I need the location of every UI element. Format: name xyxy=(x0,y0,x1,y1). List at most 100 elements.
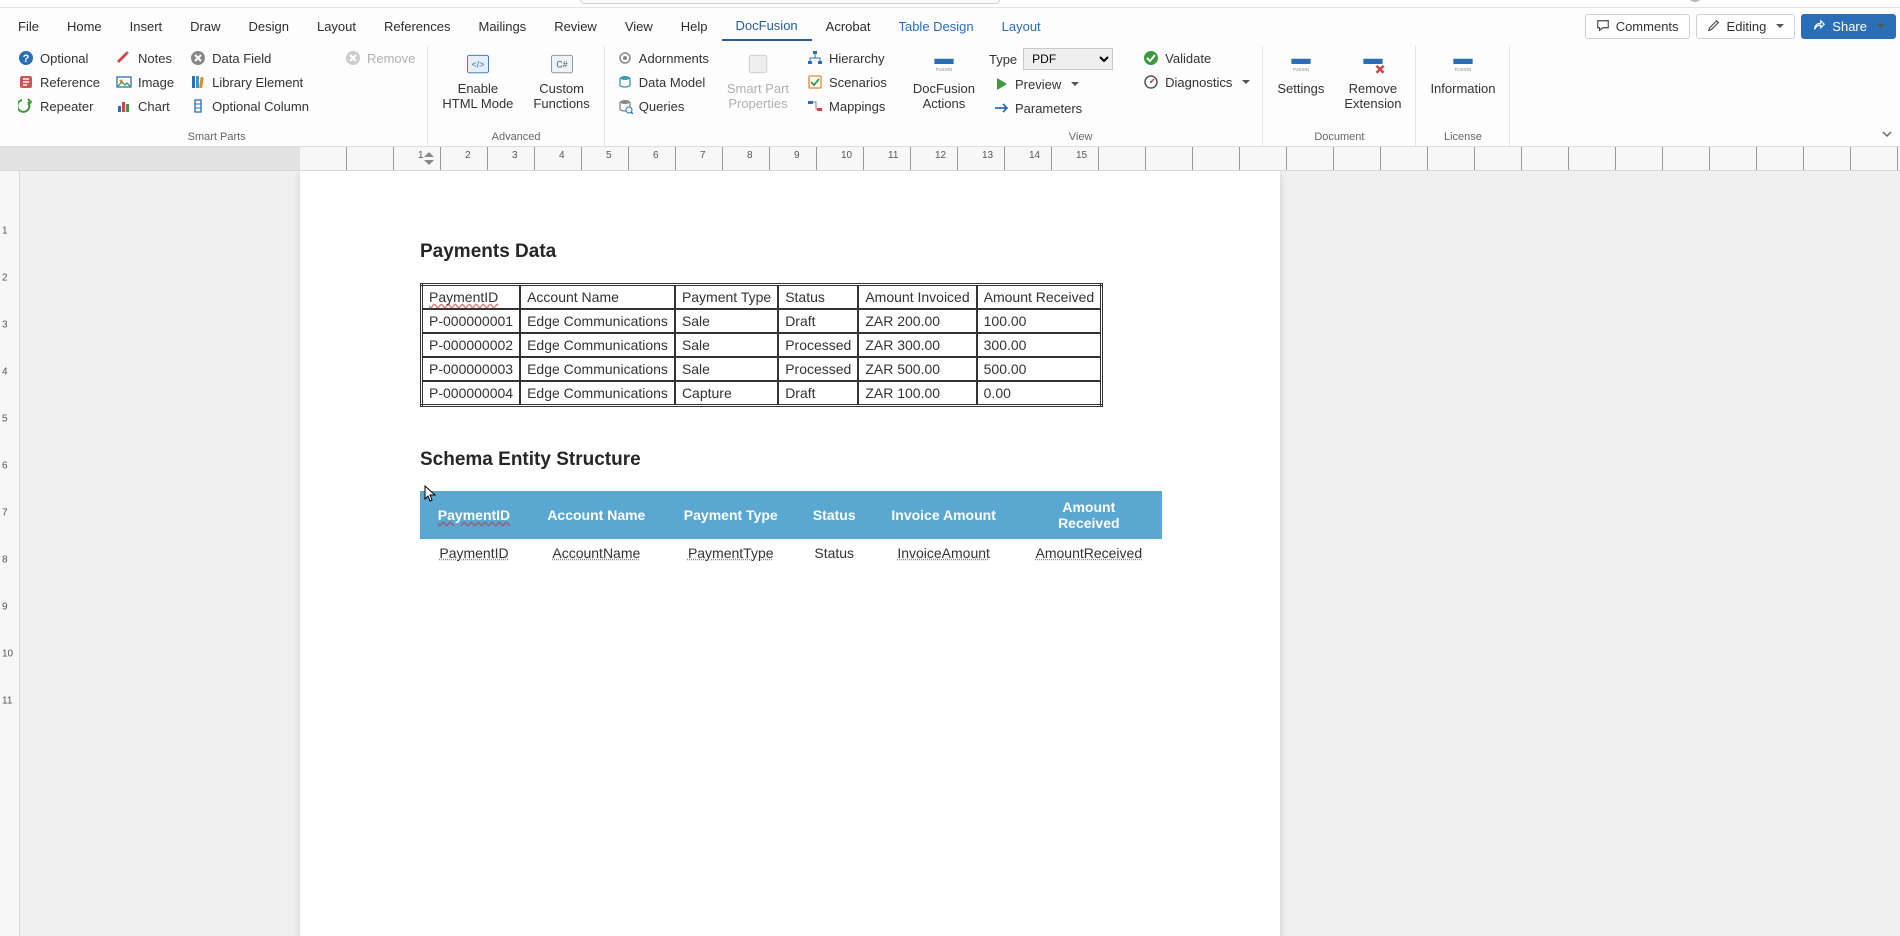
queries-button[interactable]: Queries xyxy=(613,96,713,116)
tab-layout[interactable]: Layout xyxy=(303,13,370,40)
page[interactable]: Payments Data PaymentIDAccount NamePayme… xyxy=(300,171,1280,936)
remove-extension-button[interactable]: Remove Extension xyxy=(1338,48,1407,114)
table-cell[interactable]: Draft xyxy=(778,381,858,406)
comments-button[interactable]: Comments xyxy=(1585,14,1690,39)
ruler-horizontal[interactable]: 123456789101112131415 xyxy=(0,147,1900,171)
schema-cell[interactable]: Status xyxy=(797,539,872,567)
table-cell[interactable]: Sale xyxy=(675,309,778,333)
enable-html-button[interactable]: </> Enable HTML Mode xyxy=(436,48,519,114)
chart-button[interactable]: Chart xyxy=(112,96,178,116)
tab-acrobat[interactable]: Acrobat xyxy=(812,13,885,40)
schema-header-cell[interactable]: Payment Type xyxy=(665,491,797,539)
tab-references[interactable]: References xyxy=(370,13,464,40)
schema-cell[interactable]: PaymentType xyxy=(665,539,797,567)
tab-insert[interactable]: Insert xyxy=(116,13,177,40)
tab-design[interactable]: Design xyxy=(235,13,303,40)
tab-view[interactable]: View xyxy=(611,13,667,40)
table-header-cell[interactable]: Amount Invoiced xyxy=(858,285,976,310)
docfusion-actions-button[interactable]: FUSION DocFusion Actions xyxy=(907,48,981,114)
tab-mailings[interactable]: Mailings xyxy=(465,13,541,40)
schema-header-cell[interactable]: Account Name xyxy=(528,491,665,539)
table-cell[interactable]: Edge Communications xyxy=(520,381,675,406)
tab-docfusion[interactable]: DocFusion xyxy=(722,12,812,41)
table-cell[interactable]: Draft xyxy=(778,309,858,333)
table-cell[interactable]: ZAR 100.00 xyxy=(858,381,976,406)
notes-button[interactable]: Notes xyxy=(112,48,178,68)
table-row[interactable]: P-000000001Edge CommunicationsSaleDraftZ… xyxy=(422,309,1102,333)
table-cell[interactable]: P-000000004 xyxy=(422,381,521,406)
tab-layout-context[interactable]: Layout xyxy=(988,13,1055,40)
hierarchy-button[interactable]: Hierarchy xyxy=(803,48,891,68)
tab-review[interactable]: Review xyxy=(540,13,611,40)
ribbon-collapse-toggle[interactable] xyxy=(1880,127,1894,144)
tab-tabledesign[interactable]: Table Design xyxy=(884,13,987,40)
table-cell[interactable]: P-000000003 xyxy=(422,357,521,381)
table-cell[interactable]: P-000000001 xyxy=(422,309,521,333)
adornments-button[interactable]: Adornments xyxy=(613,48,713,68)
mappings-button[interactable]: Mappings xyxy=(803,96,891,116)
table-cell[interactable]: 500.00 xyxy=(977,357,1102,381)
schema-header-cell[interactable]: PaymentID xyxy=(420,491,528,539)
table-cell[interactable]: ZAR 500.00 xyxy=(858,357,976,381)
table-cell[interactable]: Sale xyxy=(675,357,778,381)
validate-button[interactable]: Validate xyxy=(1139,48,1254,68)
table-cell[interactable]: Edge Communications xyxy=(520,309,675,333)
table-row[interactable]: P-000000003Edge CommunicationsSaleProces… xyxy=(422,357,1102,381)
table-cell[interactable]: Processed xyxy=(778,357,858,381)
information-button[interactable]: FUSION Information xyxy=(1424,48,1501,99)
share-button[interactable]: Share xyxy=(1801,14,1896,39)
diagnostics-button[interactable]: Diagnostics xyxy=(1139,72,1254,92)
table-cell[interactable]: 100.00 xyxy=(977,309,1102,333)
libraryelement-button[interactable]: Library Element xyxy=(186,72,313,92)
image-button[interactable]: Image xyxy=(112,72,178,92)
schema-cell[interactable]: AccountName xyxy=(528,539,665,567)
custom-functions-button[interactable]: C# Custom Functions xyxy=(527,48,595,114)
table-cell[interactable]: Capture xyxy=(675,381,778,406)
preview-button[interactable]: Preview xyxy=(989,74,1113,94)
table-cell[interactable]: Processed xyxy=(778,333,858,357)
table-header-cell[interactable]: Status xyxy=(778,285,858,310)
table-header-cell[interactable]: Amount Received xyxy=(977,285,1102,310)
repeater-button[interactable]: Repeater xyxy=(14,96,104,116)
table-row[interactable]: P-000000004Edge CommunicationsCaptureDra… xyxy=(422,381,1102,406)
table-cell[interactable]: P-000000002 xyxy=(422,333,521,357)
tell-me-collapsed[interactable] xyxy=(580,0,1000,4)
table-header-cell[interactable]: Account Name xyxy=(520,285,675,310)
user-avatar[interactable] xyxy=(1690,0,1700,2)
table-cell[interactable]: ZAR 200.00 xyxy=(858,309,976,333)
schema-cell[interactable]: InvoiceAmount xyxy=(872,539,1016,567)
optionalcolumn-button[interactable]: Optional Column xyxy=(186,96,313,116)
schema-header-cell[interactable]: Status xyxy=(797,491,872,539)
optional-button[interactable]: ? Optional xyxy=(14,48,104,68)
payments-table[interactable]: PaymentIDAccount NamePayment TypeStatusA… xyxy=(420,283,1103,407)
table-row[interactable]: P-000000002Edge CommunicationsSaleProces… xyxy=(422,333,1102,357)
schema-header-cell[interactable]: Amount Received xyxy=(1016,491,1162,539)
schema-table[interactable]: PaymentIDAccount NamePayment TypeStatusI… xyxy=(420,491,1162,567)
table-cell[interactable]: Edge Communications xyxy=(520,333,675,357)
scenarios-button[interactable]: Scenarios xyxy=(803,72,891,92)
type-select[interactable]: PDF xyxy=(1023,48,1113,70)
datafield-button[interactable]: Data Field xyxy=(186,48,313,68)
table-cell[interactable]: Edge Communications xyxy=(520,357,675,381)
ruler-vertical[interactable]: 1234567891011 xyxy=(0,171,20,936)
datamodel-button[interactable]: Data Model xyxy=(613,72,713,92)
editing-button[interactable]: Editing xyxy=(1696,14,1796,39)
table-cell[interactable]: Sale xyxy=(675,333,778,357)
schema-header-cell[interactable]: Invoice Amount xyxy=(872,491,1016,539)
parameters-button[interactable]: Parameters xyxy=(989,98,1113,118)
schema-cell[interactable]: AmountReceived xyxy=(1016,539,1162,567)
table-cell[interactable]: ZAR 300.00 xyxy=(858,333,976,357)
heading-payments-data[interactable]: Payments Data xyxy=(420,241,1160,263)
table-header-row[interactable]: PaymentIDAccount NamePayment TypeStatusA… xyxy=(422,285,1102,310)
tab-file[interactable]: File xyxy=(4,13,53,40)
table-cell[interactable]: 0.00 xyxy=(977,381,1102,406)
schema-header-row[interactable]: PaymentIDAccount NamePayment TypeStatusI… xyxy=(420,491,1162,539)
table-header-cell[interactable]: PaymentID xyxy=(422,285,521,310)
reference-button[interactable]: Reference xyxy=(14,72,104,92)
tab-help[interactable]: Help xyxy=(667,13,722,40)
tab-home[interactable]: Home xyxy=(53,13,116,40)
tab-draw[interactable]: Draw xyxy=(176,13,234,40)
settings-button[interactable]: FUSION Settings xyxy=(1271,48,1330,99)
schema-data-row[interactable]: PaymentIDAccountNamePaymentTypeStatusInv… xyxy=(420,539,1162,567)
document-canvas[interactable]: Payments Data PaymentIDAccount NamePayme… xyxy=(20,171,1900,936)
